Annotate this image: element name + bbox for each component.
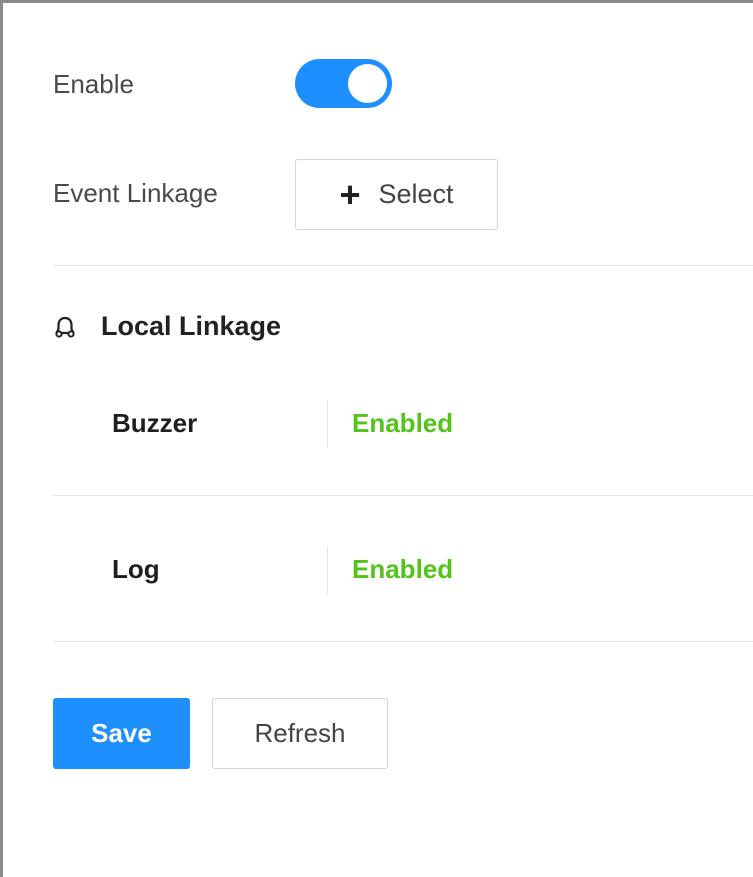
save-button[interactable]: Save	[53, 698, 190, 769]
divider	[53, 495, 753, 496]
event-linkage-label: Event Linkage	[53, 178, 218, 208]
event-linkage-select-button[interactable]: + Select	[295, 159, 498, 230]
local-linkage-header: Local Linkage	[53, 311, 281, 342]
select-button-label: Select	[378, 179, 454, 209]
refresh-button[interactable]: Refresh	[212, 698, 388, 769]
settings-panel: Enable Event Linkage + Select Local Link…	[0, 0, 753, 877]
plus-icon: +	[339, 173, 361, 215]
enable-label: Enable	[53, 69, 134, 99]
log-label: Log	[112, 554, 160, 584]
divider	[53, 641, 753, 642]
item-separator	[327, 546, 328, 594]
toggle-knob	[348, 64, 387, 103]
buzzer-status: Enabled	[352, 408, 454, 438]
item-separator	[327, 400, 328, 448]
bell-icon	[55, 316, 75, 338]
log-status: Enabled	[352, 554, 454, 584]
enable-toggle[interactable]	[295, 59, 392, 108]
local-linkage-title: Local Linkage	[101, 311, 282, 341]
divider	[53, 265, 753, 266]
buzzer-label: Buzzer	[112, 408, 198, 438]
